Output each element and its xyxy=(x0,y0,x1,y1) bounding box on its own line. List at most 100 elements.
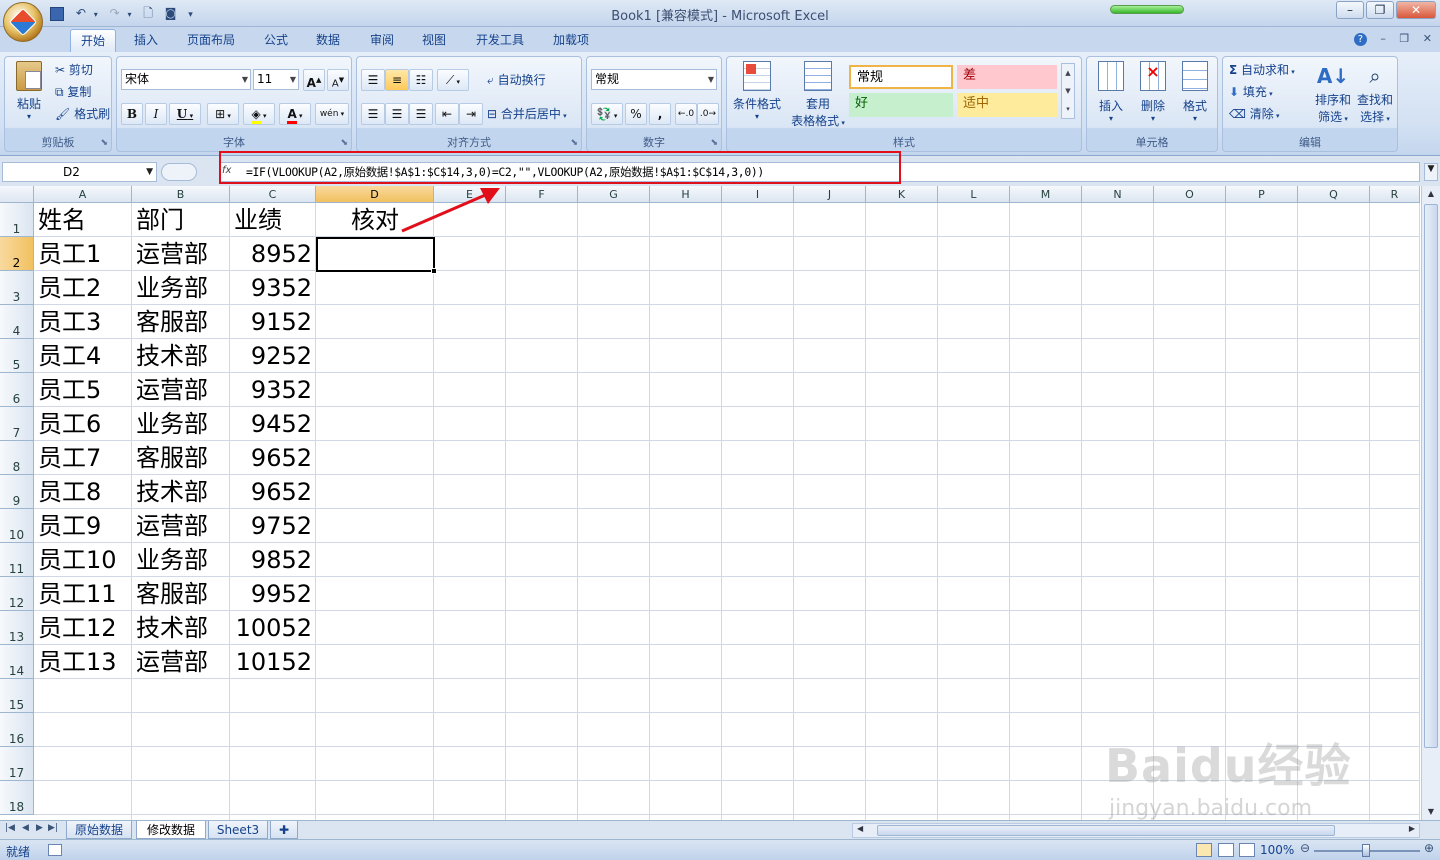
styles-scroll[interactable]: ▲ ▼ ▾ xyxy=(1061,63,1075,119)
paste-button[interactable]: 粘贴 ▾ xyxy=(11,61,47,121)
insert-sheet-icon[interactable]: ✚ xyxy=(270,821,298,839)
format-as-table-button[interactable]: 套用 表格格式 ▾ xyxy=(787,61,849,129)
cell-b10[interactable]: 运营部 xyxy=(136,507,226,541)
number-format-combo[interactable]: 常规 ▼ xyxy=(591,69,717,90)
more-icon[interactable]: ▾ xyxy=(1062,100,1074,118)
style-good[interactable]: 好 xyxy=(849,93,953,117)
cell-c8[interactable]: 9652 xyxy=(234,439,312,473)
cell-b1[interactable]: 部门 xyxy=(136,201,226,235)
tab-formulas[interactable]: 公式 xyxy=(254,29,298,52)
fill-color-button[interactable]: ◈ ▾ xyxy=(243,103,275,125)
find-select-button[interactable]: ⌕ 查找和 选择 ▾ xyxy=(1355,61,1395,125)
row-header-17[interactable]: 17 xyxy=(0,747,34,781)
cell-c10[interactable]: 9752 xyxy=(234,507,312,541)
fill-handle[interactable] xyxy=(431,268,437,274)
cell-a13[interactable]: 员工12 xyxy=(38,609,128,643)
font-size-combo[interactable]: 11 ▼ xyxy=(253,69,299,90)
cell-a2[interactable]: 员工1 xyxy=(38,235,128,269)
cell-a5[interactable]: 员工4 xyxy=(38,337,128,371)
macro-record-icon[interactable] xyxy=(48,844,62,856)
cell-a10[interactable]: 员工9 xyxy=(38,507,128,541)
zoom-out-icon[interactable]: ⊖ xyxy=(1300,841,1310,855)
scroll-left-icon[interactable]: ◀ xyxy=(857,824,863,833)
cell-b4[interactable]: 客服部 xyxy=(136,303,226,337)
phonetic-button[interactable]: wén ▾ xyxy=(315,103,349,125)
prev-sheet-icon[interactable]: ◀ xyxy=(22,823,29,833)
horizontal-scrollbar[interactable]: ◀ ▶ xyxy=(852,823,1420,838)
align-middle-button[interactable]: ≡ xyxy=(385,69,409,91)
cell-a3[interactable]: 员工2 xyxy=(38,269,128,303)
zoom-slider-knob[interactable] xyxy=(1362,844,1370,857)
cell-b7[interactable]: 业务部 xyxy=(136,405,226,439)
expand-formula-bar-icon[interactable]: ▼ xyxy=(1424,163,1438,181)
row-header-11[interactable]: 11 xyxy=(0,543,34,577)
increase-decimal-button[interactable]: ←.0 xyxy=(675,103,697,125)
minimize-button[interactable]: – xyxy=(1336,1,1364,19)
column-header-q[interactable]: Q xyxy=(1298,186,1370,203)
style-normal[interactable]: 常规 xyxy=(849,65,953,89)
scroll-right-icon[interactable]: ▶ xyxy=(1409,824,1415,833)
cell-c13[interactable]: 10052 xyxy=(234,609,312,643)
column-header-p[interactable]: P xyxy=(1226,186,1298,203)
row-header-5[interactable]: 5 xyxy=(0,339,34,373)
tab-review[interactable]: 审阅 xyxy=(360,29,404,52)
row-header-1[interactable]: 1 xyxy=(0,203,34,237)
font-launcher-icon[interactable]: ⬊ xyxy=(340,138,348,148)
alignment-launcher-icon[interactable]: ⬊ xyxy=(570,138,578,148)
horizontal-scroll-thumb[interactable] xyxy=(877,825,1335,836)
column-header-n[interactable]: N xyxy=(1082,186,1154,203)
currency-button[interactable]: 💱 ▾ xyxy=(591,103,623,125)
align-right-button[interactable]: ☰ xyxy=(409,103,433,125)
autosum-button[interactable]: Σ 自动求和 ▾ xyxy=(1229,61,1295,78)
column-header-h[interactable]: H xyxy=(650,186,722,203)
row-header-10[interactable]: 10 xyxy=(0,509,34,543)
clipboard-launcher-icon[interactable]: ⬊ xyxy=(100,138,108,148)
column-header-r[interactable]: R xyxy=(1370,186,1420,203)
cell-b6[interactable]: 运营部 xyxy=(136,371,226,405)
cell-b13[interactable]: 技术部 xyxy=(136,609,226,643)
cell-c4[interactable]: 9152 xyxy=(234,303,312,337)
percent-button[interactable]: % xyxy=(625,103,647,125)
cell-b14[interactable]: 运营部 xyxy=(136,643,226,677)
underline-button[interactable]: U ▾ xyxy=(169,103,201,125)
cell-a6[interactable]: 员工5 xyxy=(38,371,128,405)
align-left-button[interactable]: ☰ xyxy=(361,103,385,125)
sheet-tab-original-data[interactable]: 原始数据 xyxy=(66,821,132,839)
shrink-font-button[interactable]: A▼ xyxy=(327,69,349,91)
sheet-tab-sheet3[interactable]: Sheet3 xyxy=(208,821,268,839)
increase-indent-button[interactable]: ⇥ xyxy=(459,103,483,125)
grow-font-button[interactable]: A▲ xyxy=(303,69,325,91)
cell-c12[interactable]: 9952 xyxy=(234,575,312,609)
ribbon-minimize-icon[interactable]: – xyxy=(1380,32,1386,45)
tab-insert[interactable]: 插入 xyxy=(124,29,168,52)
cell-b11[interactable]: 业务部 xyxy=(136,541,226,575)
column-header-l[interactable]: L xyxy=(938,186,1010,203)
help-icon[interactable]: ? xyxy=(1353,33,1367,46)
page-break-view-icon[interactable] xyxy=(1239,843,1255,857)
tab-view[interactable]: 视图 xyxy=(412,29,456,52)
vertical-scroll-thumb[interactable] xyxy=(1424,204,1438,748)
clear-button[interactable]: ⌫ 清除 ▾ xyxy=(1229,105,1280,122)
align-bottom-button[interactable]: ☷ xyxy=(409,69,433,91)
cut-button[interactable]: ✂ 剪切 xyxy=(55,61,93,78)
number-launcher-icon[interactable]: ⬊ xyxy=(710,138,718,148)
next-sheet-icon[interactable]: ▶ xyxy=(36,823,43,833)
cell-a9[interactable]: 员工8 xyxy=(38,473,128,507)
cell-c7[interactable]: 9452 xyxy=(234,405,312,439)
merge-center-button[interactable]: ⊟ 合并后居中 ▾ xyxy=(487,105,567,122)
cell-a4[interactable]: 员工3 xyxy=(38,303,128,337)
row-header-4[interactable]: 4 xyxy=(0,305,34,339)
cell-b8[interactable]: 客服部 xyxy=(136,439,226,473)
wrap-text-button[interactable]: ⤶ 自动换行 xyxy=(487,71,546,88)
scroll-up-icon[interactable]: ▲ xyxy=(1062,64,1074,82)
tab-data[interactable]: 数据 xyxy=(306,29,350,52)
style-neutral[interactable]: 适中 xyxy=(957,93,1057,117)
column-header-e[interactable]: E xyxy=(434,186,506,203)
format-cells-button[interactable]: 格式 ▾ xyxy=(1175,61,1215,123)
cell-c2[interactable]: 8952 xyxy=(234,235,312,269)
row-header-9[interactable]: 9 xyxy=(0,475,34,509)
comma-button[interactable]: , xyxy=(649,103,671,125)
cell-a1[interactable]: 姓名 xyxy=(38,201,128,235)
column-header-m[interactable]: M xyxy=(1010,186,1082,203)
active-cell-d2[interactable] xyxy=(316,237,437,274)
